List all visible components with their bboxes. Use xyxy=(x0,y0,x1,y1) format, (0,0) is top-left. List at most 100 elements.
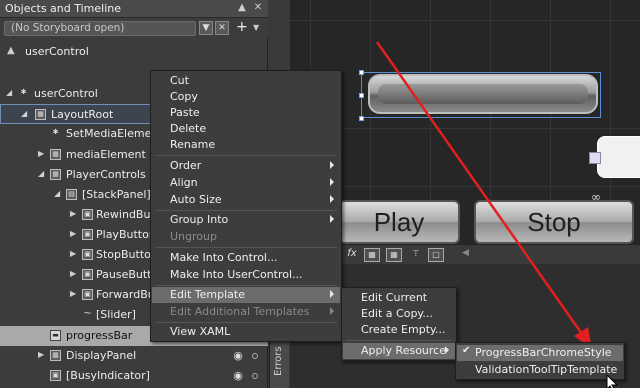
menu-item-auto-size[interactable]: Auto Size xyxy=(152,192,340,208)
menu-item-progressbarchromestyle[interactable]: ✔ ProgressBarChromeStyle xyxy=(457,345,623,361)
menu-item-make-into-control[interactable]: Make Into Control... xyxy=(152,250,340,266)
storyboard-row: (No Storyboard open) ▼ ✕ + ▼ xyxy=(0,18,268,38)
tree-item-label: LayoutRoot xyxy=(51,108,114,121)
tree-item-label: PlayButton xyxy=(96,228,156,241)
collapse-arrow-icon[interactable]: ◢ xyxy=(38,170,46,178)
snap-grid-icon[interactable]: ▦ xyxy=(386,248,402,262)
progressbar-element[interactable] xyxy=(368,74,598,114)
button-icon: ▣ xyxy=(82,249,93,260)
lock-dot-icon[interactable] xyxy=(252,373,258,379)
expand-arrow-icon[interactable]: ▶ xyxy=(70,290,78,298)
menu-item-validationtooltiptemplate[interactable]: ValidationToolTipTemplate xyxy=(457,362,623,378)
menu-item-paste[interactable]: Paste xyxy=(152,105,340,121)
scope-label: userControl xyxy=(25,45,89,58)
menu-separator xyxy=(155,285,337,286)
menu-item-label: Ungroup xyxy=(170,230,217,243)
menu-item-edit-current[interactable]: Edit Current xyxy=(343,290,455,306)
menu-item-label: Group Into xyxy=(170,213,229,226)
expand-arrow-icon[interactable]: ▶ xyxy=(38,351,46,359)
eye-icon[interactable]: ◉ xyxy=(232,350,244,362)
expand-arrow-icon[interactable]: ▶ xyxy=(70,230,78,238)
checkmark-icon: ✔ xyxy=(462,345,471,356)
button-icon: ▣ xyxy=(82,289,93,300)
resize-handle[interactable] xyxy=(359,116,364,121)
errors-tab-label: Errors xyxy=(273,346,284,376)
menu-item-label: Align xyxy=(170,176,198,189)
submenu-arrow-icon xyxy=(330,307,334,315)
menu-item-label: Make Into Control... xyxy=(170,251,278,264)
annotations-icon[interactable]: □ xyxy=(428,248,444,262)
button-icon: ▣ xyxy=(82,269,93,280)
submenu-arrow-icon xyxy=(330,178,334,186)
scope-up-icon[interactable]: ▲ xyxy=(7,45,19,57)
grid-toggle-icon[interactable]: ▦ xyxy=(364,248,380,262)
menu-item-make-into-usercontrol[interactable]: Make Into UserControl... xyxy=(152,267,340,283)
resize-handle[interactable] xyxy=(359,70,364,75)
collapse-arrow-icon[interactable]: ◢ xyxy=(6,89,14,97)
expand-arrow-icon[interactable]: ▶ xyxy=(38,150,46,158)
lock-dot-icon[interactable] xyxy=(252,353,258,359)
storyboard-dropdown-icon[interactable]: ▼ xyxy=(199,21,213,35)
submenu-arrow-icon xyxy=(330,215,334,223)
submenu-arrow-icon xyxy=(330,161,334,169)
menu-item-rename[interactable]: Rename xyxy=(152,137,340,153)
menu-item-label: Delete xyxy=(170,122,207,135)
menu-item-view-xaml[interactable]: View XAML xyxy=(152,324,340,340)
menu-item-label: Copy xyxy=(170,90,198,103)
tree-item-busyindicator[interactable]: ▣ [BusyIndicator] ◉ xyxy=(0,366,268,386)
play-button-element[interactable]: Play xyxy=(338,200,460,244)
submenu-arrow-icon xyxy=(445,346,449,354)
edit-template-submenu: Edit Current Edit a Copy... Create Empty… xyxy=(341,287,457,361)
stop-button-element[interactable]: Stop xyxy=(474,200,634,244)
close-icon[interactable]: ✕ xyxy=(252,2,264,14)
panel-title: Objects and Timeline xyxy=(5,2,122,15)
new-storyboard-button[interactable]: + xyxy=(236,20,248,34)
storyboard-selector[interactable]: (No Storyboard open) xyxy=(4,21,196,36)
menu-item-create-empty[interactable]: Create Empty... xyxy=(343,322,455,338)
menu-item-label: Edit Current xyxy=(361,291,428,304)
menu-item-label: ValidationToolTipTemplate xyxy=(475,363,618,376)
menu-item-align[interactable]: Align xyxy=(152,175,340,191)
collapse-arrow-icon[interactable]: ◢ xyxy=(54,190,62,198)
expand-arrow-icon[interactable]: ▶ xyxy=(70,210,78,218)
menu-item-order[interactable]: Order xyxy=(152,158,340,174)
errors-tab[interactable]: Errors xyxy=(269,336,289,388)
eye-icon[interactable]: ◉ xyxy=(232,370,244,382)
resize-handle[interactable] xyxy=(359,93,364,98)
menu-item-cut[interactable]: Cut xyxy=(152,73,340,89)
menu-item-label: Edit a Copy... xyxy=(361,307,433,320)
snap-lines-icon[interactable]: ⊤ xyxy=(408,248,424,262)
close-storyboard-icon[interactable]: ✕ xyxy=(215,21,229,35)
menu-item-edit-template[interactable]: Edit Template xyxy=(152,287,340,303)
media-element-icon: ▦ xyxy=(50,149,61,160)
scroll-left-icon[interactable]: ◀ xyxy=(462,248,469,258)
widget-adorner-icon xyxy=(589,152,601,164)
tree-item-label: PlayerControls xyxy=(66,168,146,181)
menu-item-label: Order xyxy=(170,159,202,172)
tree-item-label: [StackPanel] xyxy=(82,188,151,201)
tree-item-label: userControl xyxy=(34,87,98,100)
menu-item-edit-a-copy[interactable]: Edit a Copy... xyxy=(343,306,455,322)
menu-item-label: Create Empty... xyxy=(361,323,446,336)
tree-item-label: [BusyIndicator] xyxy=(66,369,150,382)
progressbar-icon: ▬ xyxy=(50,330,61,341)
expand-arrow-icon[interactable]: ▶ xyxy=(70,250,78,258)
grid-icon: ▦ xyxy=(50,350,61,361)
menu-item-delete[interactable]: Delete xyxy=(152,121,340,137)
grid-icon: ▦ xyxy=(35,109,46,120)
new-storyboard-dropdown-icon[interactable]: ▼ xyxy=(253,23,259,32)
pin-icon[interactable]: ▲ xyxy=(236,2,248,14)
menu-item-apply-resource[interactable]: Apply Resource xyxy=(343,343,455,359)
tree-item-label: SetMediaElement xyxy=(66,127,163,140)
collapse-arrow-icon[interactable]: ◢ xyxy=(21,110,29,118)
expand-arrow-icon[interactable]: ▶ xyxy=(70,270,78,278)
effects-icon[interactable]: fx xyxy=(344,248,360,262)
menu-item-label: Rename xyxy=(170,138,216,151)
menu-item-group-into[interactable]: Group Into xyxy=(152,212,340,228)
behavior-icon: ✱ xyxy=(52,128,59,136)
menu-item-copy[interactable]: Copy xyxy=(152,89,340,105)
menu-item-label: Apply Resource xyxy=(361,344,446,357)
tree-item-displaypanel[interactable]: ▶ ▦ DisplayPanel ◉ xyxy=(0,346,268,366)
scope-row: ▲ userControl xyxy=(0,42,268,62)
busy-indicator-element[interactable] xyxy=(597,136,640,178)
